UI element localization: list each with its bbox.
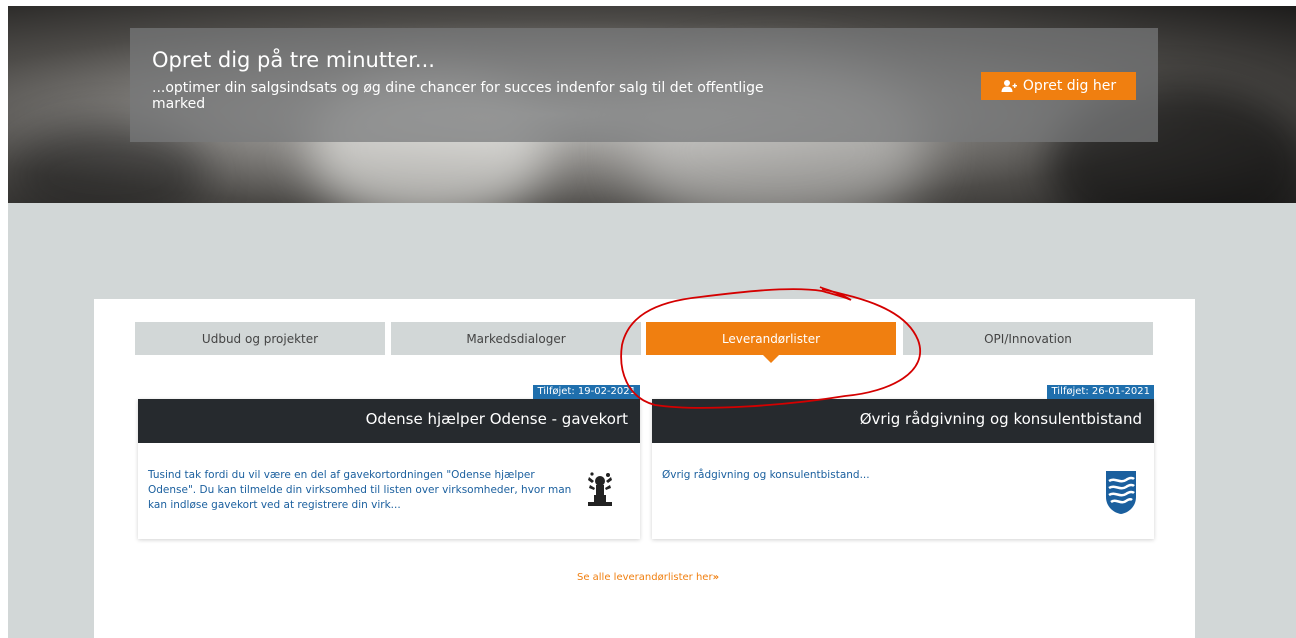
card-header: Øvrig rådgivning og konsulentbistand xyxy=(652,399,1154,443)
tab-label: Markedsdialoger xyxy=(466,331,566,346)
tab-opi-innovation[interactable]: OPI/Innovation xyxy=(903,322,1153,355)
tab-label: OPI/Innovation xyxy=(984,331,1072,346)
tab-leverandoerlister[interactable]: Leverandørlister xyxy=(646,322,896,355)
tab-label: Udbud og projekter xyxy=(201,331,319,346)
supplier-list-card[interactable]: Tilføjet: 19-02-2021 Odense hjælper Oden… xyxy=(138,385,640,539)
card-title[interactable]: Odense hjælper Odense - gavekort xyxy=(366,410,628,428)
signup-button-label: Opret dig her xyxy=(1022,78,1117,94)
tab-markedsdialoger[interactable]: Markedsdialoger xyxy=(391,322,641,355)
double-chevron-right-icon: » xyxy=(712,572,720,583)
signup-button[interactable]: Opret dig her xyxy=(981,72,1136,100)
supplier-list-card[interactable]: Tilføjet: 26-01-2021 Øvrig rådgivning og… xyxy=(652,385,1154,539)
odense-municipality-logo xyxy=(588,472,612,506)
card-title[interactable]: Øvrig rådgivning og konsulentbistand xyxy=(860,410,1142,428)
promo-title: Opret dig på tre minutter... xyxy=(152,48,435,72)
see-all-supplier-lists-link[interactable]: Se alle leverandørlister her» xyxy=(0,572,1296,583)
date-added-badge: Tilføjet: 19-02-2021 xyxy=(533,385,640,399)
active-tab-indicator xyxy=(763,355,779,363)
signup-promo-box: Opret dig på tre minutter... ...optimer … xyxy=(130,28,1158,142)
card-description[interactable]: Tusind tak fordi du vil være en del af g… xyxy=(148,468,578,513)
card-description[interactable]: Øvrig rådgivning og konsulentbistand... xyxy=(662,468,1092,483)
tab-udbud-og-projekter[interactable]: Udbud og projekter xyxy=(135,322,385,355)
tab-label: Leverandørlister xyxy=(721,331,821,346)
date-added-badge: Tilføjet: 26-01-2021 xyxy=(1047,385,1154,399)
promo-text: ...optimer din salgsindsats og øg dine c… xyxy=(152,80,764,112)
card-header: Odense hjælper Odense - gavekort xyxy=(138,399,640,443)
wave-shield-logo xyxy=(1106,471,1136,514)
see-all-label: Se alle leverandørlister her xyxy=(576,572,713,583)
add-user-icon xyxy=(1001,80,1017,92)
